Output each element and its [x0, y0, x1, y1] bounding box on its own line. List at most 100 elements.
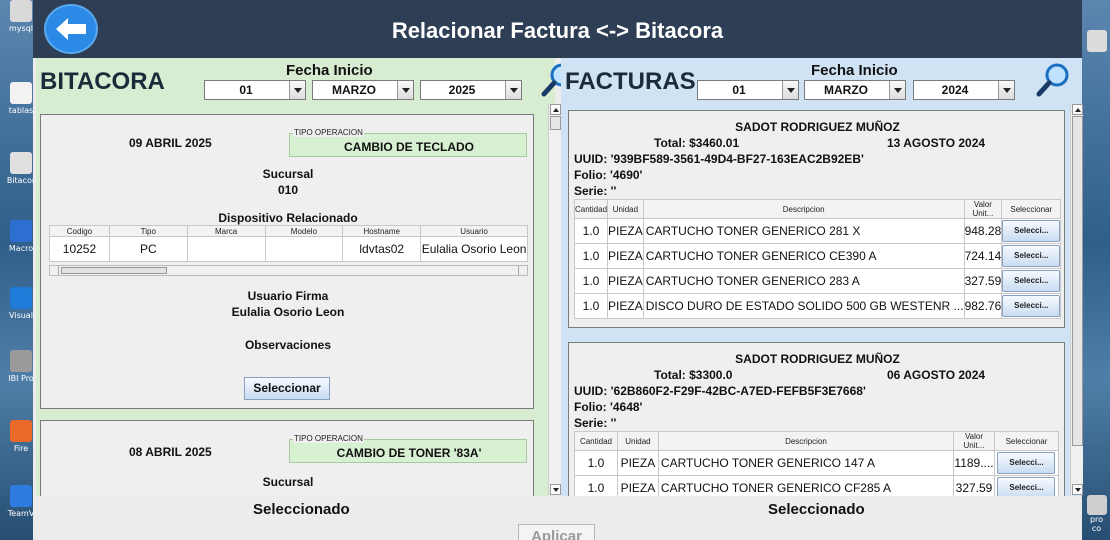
scroll-down-icon[interactable]	[550, 484, 561, 495]
invoice-uuid: UUID: '62B860F2-F29F-42BC-A7ED-FEFB5F3E7…	[574, 384, 866, 398]
table-cell: CARTUCHO TONER GENERICO CF285 A	[657, 475, 955, 496]
scroll-thumb[interactable]	[1072, 116, 1083, 446]
invoice-date: 13 AGOSTO 2024	[887, 136, 986, 150]
facturas-selected-label: Seleccionado	[768, 501, 865, 518]
invoice-total: Total: $3460.01	[654, 136, 740, 150]
column-header[interactable]: Valor Unit...	[963, 199, 1003, 219]
scroll-up-icon[interactable]	[1072, 104, 1083, 115]
day-select[interactable]: 01	[204, 80, 306, 100]
desktop-icon-label: Macro	[8, 244, 34, 253]
invoice-folio: Folio: '4690'	[574, 168, 643, 182]
invoice-total: Total: $3300.0	[654, 368, 733, 382]
facturas-scroll-area: SADOT RODRIGUEZ MUÑOZ Total: $3460.01 13…	[561, 104, 1070, 496]
table-cell: 1.0	[573, 293, 609, 319]
day-value: 01	[732, 83, 746, 97]
scroll-thumb[interactable]	[61, 267, 167, 274]
column-header[interactable]: Unidad	[616, 431, 659, 451]
year-select[interactable]: 2025	[420, 80, 522, 100]
bitacora-scroll-area: 09 ABRIL 2025 TIPO OPERACION CAMBIO DE T…	[36, 104, 555, 496]
observaciones-label: Observaciones	[244, 338, 332, 352]
table-row[interactable]: 10252 PC ldvtas02 Eulalia Osorio Leon	[49, 236, 528, 262]
search-icon[interactable]	[1035, 62, 1073, 98]
scroll-thumb[interactable]	[550, 116, 561, 130]
column-header[interactable]: Usuario	[420, 225, 528, 237]
scroll-left-icon[interactable]	[50, 266, 59, 275]
sucursal-label: Sucursal	[262, 167, 314, 181]
table-cell: CARTUCHO TONER GENERICO CE390 A	[642, 243, 965, 269]
table-row[interactable]: 1.0 PIEZA CARTUCHO TONER GENERICO 283 A 327…	[573, 268, 1062, 294]
month-value: MARZO	[824, 83, 868, 97]
bitacora-vertical-scrollbar[interactable]	[548, 104, 561, 495]
column-header[interactable]: Cantidad	[574, 431, 618, 451]
invoice-card: SADOT RODRIGUEZ MUÑOZ Total: $3300.0 06 …	[568, 342, 1065, 496]
table-row[interactable]: 1.0 PIEZA CARTUCHO TONER GENERICO 281 X 948…	[573, 218, 1062, 244]
column-header[interactable]: Valor Unit...	[953, 431, 995, 451]
invoice-card: SADOT RODRIGUEZ MUÑOZ Total: $3460.01 13…	[568, 110, 1065, 328]
column-header[interactable]: Unidad	[607, 199, 644, 219]
scroll-up-icon[interactable]	[550, 104, 561, 115]
column-header[interactable]: Descripcion	[657, 431, 955, 451]
sucursal-value: 010	[277, 183, 299, 197]
chevron-down-icon	[397, 81, 413, 99]
invoice-folio: Folio: '4648'	[574, 400, 643, 414]
scroll-down-icon[interactable]	[1072, 484, 1083, 495]
bitacora-selected-label: Seleccionado	[253, 501, 350, 518]
scroll-right-icon[interactable]	[518, 266, 527, 275]
select-item-button[interactable]: Selecci...	[1002, 295, 1061, 317]
arrow-left-icon	[56, 18, 86, 40]
bitacora-panel: BITACORA Fecha Inicio 01 MARZO 2025 09 A…	[36, 58, 574, 496]
day-select[interactable]: 01	[697, 80, 799, 100]
select-item-button[interactable]: Selecci...	[997, 452, 1056, 474]
facturas-vertical-scrollbar[interactable]	[1070, 104, 1083, 495]
table-cell: DISCO DURO DE ESTADO SOLIDO 500 GB WESTE…	[642, 293, 965, 319]
column-header[interactable]: Seleccionar	[1001, 199, 1062, 219]
column-header[interactable]: Modelo	[264, 225, 344, 237]
horizontal-scrollbar[interactable]	[49, 265, 528, 276]
table-cell: 1189....	[953, 450, 995, 476]
chevron-down-icon	[289, 81, 305, 99]
desktop-icon-label: IBI Pro	[8, 374, 34, 383]
month-select[interactable]: MARZO	[804, 80, 906, 100]
desktop-icon[interactable]: pro co	[1083, 495, 1110, 533]
back-button[interactable]	[44, 4, 98, 54]
sucursal-label: Sucursal	[262, 475, 314, 489]
table-cell: 1.0	[573, 218, 609, 244]
operation-label: TIPO OPERACION	[293, 128, 364, 137]
month-select[interactable]: MARZO	[312, 80, 414, 100]
operation-value: CAMBIO DE TECLADO	[344, 140, 474, 154]
table-cell: 1.0	[573, 243, 609, 269]
column-header[interactable]: Marca	[186, 225, 266, 237]
table-row[interactable]: 1.0 PIEZA DISCO DURO DE ESTADO SOLIDO 500 …	[573, 293, 1062, 319]
column-header[interactable]: Seleccionar	[993, 431, 1060, 451]
table-cell: CARTUCHO TONER GENERICO 147 A	[657, 450, 955, 476]
year-value: 2024	[941, 83, 969, 97]
column-header[interactable]: Hostname	[342, 225, 422, 237]
column-header[interactable]: Tipo	[108, 225, 188, 237]
select-item-button[interactable]: Selecci...	[1002, 220, 1061, 242]
bitacora-card: 08 ABRIL 2025 TIPO OPERACION CAMBIO DE T…	[40, 420, 534, 496]
desktop-icon-label: TeamV	[7, 509, 35, 518]
year-select[interactable]: 2024	[913, 80, 1015, 100]
desktop-icon[interactable]	[1083, 30, 1110, 52]
table-cell: PIEZA	[616, 450, 659, 476]
select-item-button[interactable]: Selecci...	[1002, 245, 1061, 267]
select-item-button[interactable]: Selecci...	[1002, 270, 1061, 292]
column-header[interactable]: Cantidad	[573, 199, 609, 219]
table-row[interactable]: 1.0 PIEZA CARTUCHO TONER GENERICO 147 A 118…	[574, 450, 1060, 476]
table-cell: PIEZA	[607, 243, 644, 269]
table-row[interactable]: 1.0 PIEZA CARTUCHO TONER GENERICO CF285 A3…	[574, 475, 1060, 496]
table-cell: 327.59	[953, 475, 995, 496]
select-bitacora-button[interactable]: Seleccionar	[244, 377, 330, 400]
table-cell	[264, 236, 344, 262]
entry-date: 09 ABRIL 2025	[129, 136, 212, 150]
table-row[interactable]: 1.0 PIEZA CARTUCHO TONER GENERICO CE390 A7…	[573, 243, 1062, 269]
desktop-icon-label: pro	[1089, 515, 1104, 524]
column-header[interactable]: Descripcion	[642, 199, 965, 219]
column-header[interactable]: Codigo	[49, 225, 110, 237]
apply-button[interactable]: Aplicar	[518, 524, 595, 540]
usuario-firma-value: Eulalia Osorio Leon	[231, 305, 345, 319]
table-cell: CARTUCHO TONER GENERICO 281 X	[642, 218, 965, 244]
chevron-down-icon	[782, 81, 798, 99]
select-item-button[interactable]: Selecci...	[997, 477, 1056, 496]
desktop-icon-label: Visual	[9, 311, 33, 320]
